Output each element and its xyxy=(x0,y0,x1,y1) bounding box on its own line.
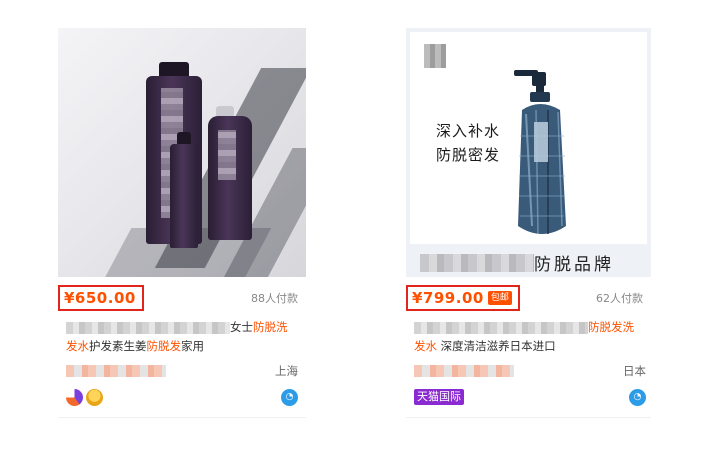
pump-bottle xyxy=(514,70,566,235)
product-title[interactable]: 女士防脱洗 发水护发素生姜防脱发家用 xyxy=(66,318,298,356)
shop-row: 日本 xyxy=(414,363,646,379)
wangwang-chat-icon[interactable]: ◔ xyxy=(281,389,298,406)
blurred-brand xyxy=(420,254,534,272)
title-keyword: 发水 xyxy=(66,339,89,353)
product-card-1[interactable]: ¥650.00 88人付款 女士防脱洗 发水护发素生姜防脱发家用 上海 ◔ xyxy=(58,28,306,418)
sales-count: 62人付款 xyxy=(596,292,643,305)
price: ¥799.00 xyxy=(412,289,484,307)
chat-bubble-icon xyxy=(66,389,83,406)
title-keyword: 防脱洗 xyxy=(253,320,288,334)
blurred-text xyxy=(66,321,230,334)
free-shipping-badge: 包邮 xyxy=(487,291,512,305)
blurred-logo xyxy=(424,44,446,68)
badge-row: 天猫国际 ◔ xyxy=(414,389,646,407)
tmall-global-tag: 天猫国际 xyxy=(414,389,464,405)
gold-medal-icon xyxy=(86,389,103,406)
shop-name-blurred[interactable] xyxy=(66,365,166,377)
title-keyword: 防脱发 xyxy=(146,339,182,353)
title-text: 家用 xyxy=(181,339,204,353)
wangwang-chat-icon[interactable]: ◔ xyxy=(629,389,646,406)
title-text: 深度清洁滋养日本进口 xyxy=(440,339,556,353)
price-highlight: ¥799.00 包邮 xyxy=(406,285,520,311)
sales-count: 88人付款 xyxy=(251,292,298,305)
price: ¥650.00 xyxy=(64,289,136,307)
bottle-small xyxy=(170,144,198,248)
price-row: ¥650.00 88人付款 xyxy=(58,285,306,311)
ad-headline: 防脱密发 xyxy=(436,146,501,164)
shop-location: 上海 xyxy=(275,364,298,378)
title-keyword: 发水 xyxy=(414,339,437,353)
ad-headline: 深入补水 xyxy=(436,122,501,140)
product-image[interactable]: 深入补水 防脱密发 防脱品牌 xyxy=(406,28,651,277)
title-text: 护发素生姜 xyxy=(89,339,147,353)
price-highlight: ¥650.00 xyxy=(58,285,144,311)
title-keyword: 防脱发洗 xyxy=(588,320,634,334)
blurred-label xyxy=(218,130,236,180)
price-row: ¥799.00 包邮 62人付款 xyxy=(406,285,651,311)
title-text: 女士 xyxy=(230,320,253,334)
brand-slogan: 防脱品牌 xyxy=(534,255,614,275)
product-image[interactable] xyxy=(58,28,306,277)
badge-row: ◔ xyxy=(66,389,298,407)
product-card-2[interactable]: 深入补水 防脱密发 防脱品牌 ¥799.00 包邮 62人付款 防脱发洗 发水 … xyxy=(406,28,651,418)
product-title[interactable]: 防脱发洗 发水 深度清洁滋养日本进口 xyxy=(414,318,646,356)
shop-row: 上海 xyxy=(66,363,298,379)
blurred-text xyxy=(414,321,588,334)
shop-location: 日本 xyxy=(623,364,646,378)
shop-name-blurred[interactable] xyxy=(414,365,514,377)
